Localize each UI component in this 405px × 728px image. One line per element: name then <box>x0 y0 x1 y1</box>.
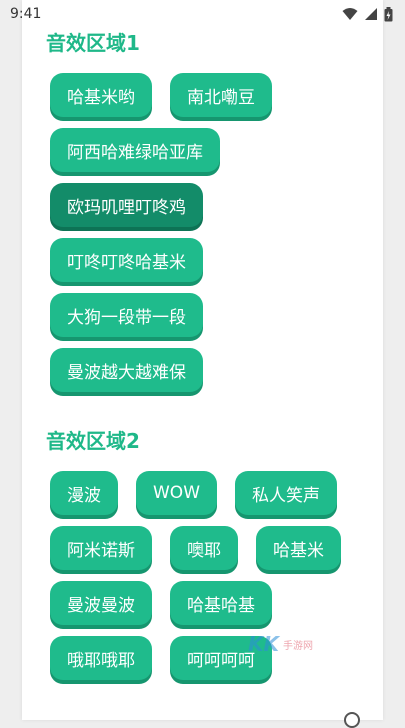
watermark-mark: KK <box>248 632 279 656</box>
status-time: 9:41 <box>10 6 41 22</box>
chip-row: 阿米诺斯噢耶哈基米 <box>50 526 370 570</box>
sound-button[interactable]: 哈基米哟 <box>50 73 152 117</box>
sound-button[interactable]: 哈基哈基 <box>170 581 272 625</box>
signal-icon <box>364 7 378 21</box>
sound-button[interactable]: 阿米诺斯 <box>50 526 152 570</box>
chip-row: 哦耶哦耶呵呵呵呵 <box>50 636 370 680</box>
sound-button[interactable]: 哈基米 <box>256 526 341 570</box>
chip-row: 曼波越大越难保 <box>50 348 370 392</box>
chip-row: 曼波曼波哈基哈基 <box>50 581 370 625</box>
chip-row: 叮咚叮咚哈基米 <box>50 238 370 282</box>
sound-button[interactable]: 噢耶 <box>170 526 238 570</box>
chip-row: 大狗一段带一段 <box>50 293 370 337</box>
sound-button[interactable]: 大狗一段带一段 <box>50 293 203 337</box>
chip-row: 漫波 WOW 私人笑声 <box>50 471 370 515</box>
sound-effects-card: 音效区域1 哈基米哟南北嘞豆阿西哈难绿哈亚库欧玛叽哩叮咚鸡叮咚叮咚哈基米大狗一段… <box>22 0 383 720</box>
section-1-chips: 哈基米哟南北嘞豆阿西哈难绿哈亚库欧玛叽哩叮咚鸡叮咚叮咚哈基米大狗一段带一段曼波越… <box>50 73 370 403</box>
chip-row: 哈基米哟南北嘞豆 <box>50 73 370 117</box>
watermark-logo: KK 手游网 <box>248 632 313 656</box>
sound-button[interactable]: 叮咚叮咚哈基米 <box>50 238 203 282</box>
sound-button[interactable]: WOW <box>136 471 217 515</box>
sound-button[interactable]: 曼波曼波 <box>50 581 152 625</box>
sound-button[interactable]: 私人笑声 <box>235 471 337 515</box>
sound-button[interactable]: 曼波越大越难保 <box>50 348 203 392</box>
sound-button[interactable]: 阿西哈难绿哈亚库 <box>50 128 220 172</box>
chip-row: 欧玛叽哩叮咚鸡 <box>50 183 370 227</box>
home-indicator[interactable] <box>344 712 360 728</box>
sound-button[interactable]: 欧玛叽哩叮咚鸡 <box>50 183 203 227</box>
status-bar: 9:41 <box>0 0 405 28</box>
section-2-chips: 漫波WOW私人笑声阿米诺斯噢耶哈基米曼波曼波哈基哈基哦耶哦耶呵呵呵呵 <box>50 471 370 691</box>
watermark-text: 手游网 <box>283 637 313 652</box>
sound-button[interactable]: 南北嘞豆 <box>170 73 272 117</box>
wifi-icon <box>342 7 358 21</box>
sound-button[interactable]: 漫波 <box>50 471 118 515</box>
section-title-1: 音效区域1 <box>46 27 140 56</box>
status-icons <box>342 7 393 22</box>
section-title-2: 音效区域2 <box>46 425 140 454</box>
chip-row: 阿西哈难绿哈亚库 <box>50 128 370 172</box>
battery-icon <box>384 7 393 22</box>
sound-button[interactable]: 哦耶哦耶 <box>50 636 152 680</box>
